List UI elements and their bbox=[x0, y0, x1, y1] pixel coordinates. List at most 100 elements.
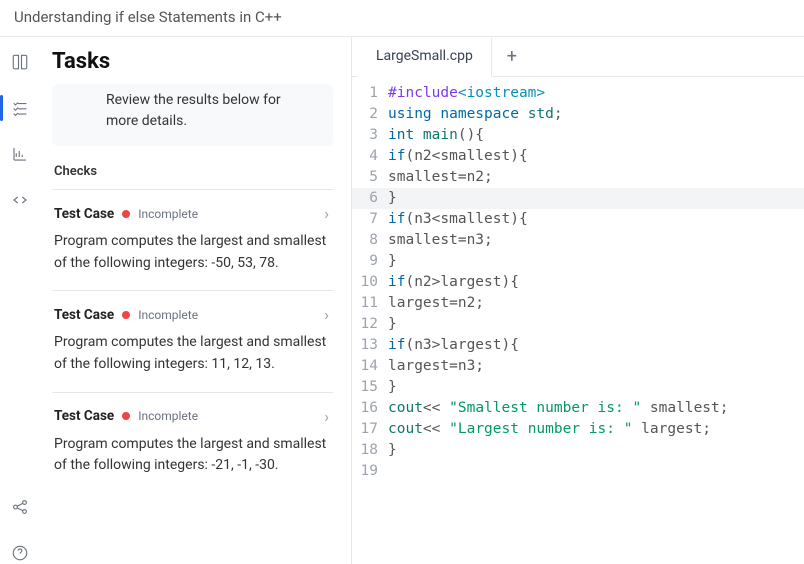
test-case: Test Case Incomplete › Program computes the… bbox=[52, 392, 333, 493]
test-case-title: Test Case bbox=[54, 206, 114, 222]
line-number: 8 bbox=[352, 230, 388, 251]
code-line[interactable]: 15} bbox=[352, 377, 804, 398]
left-rail bbox=[0, 37, 40, 564]
code-line[interactable]: 4if(n2<smallest){ bbox=[352, 146, 804, 167]
code-line[interactable]: 13if(n3>largest){ bbox=[352, 335, 804, 356]
rail-book-icon[interactable] bbox=[9, 51, 31, 73]
test-case-title: Test Case bbox=[54, 307, 114, 323]
rail-code-icon[interactable] bbox=[9, 189, 31, 211]
chart-icon bbox=[11, 145, 29, 163]
code-line[interactable]: 7if(n3<smallest){ bbox=[352, 209, 804, 230]
checklist-icon bbox=[11, 99, 29, 117]
test-case-header[interactable]: Test Case Incomplete › bbox=[54, 204, 329, 223]
code-line[interactable]: 19 bbox=[352, 461, 804, 482]
line-content: smallest=n2; bbox=[388, 167, 804, 188]
line-number: 18 bbox=[352, 440, 388, 461]
code-line[interactable]: 9} bbox=[352, 251, 804, 272]
test-case-description: Program computes the largest and smalles… bbox=[54, 332, 329, 375]
status-dot-icon bbox=[122, 311, 130, 319]
rail-chart-icon[interactable] bbox=[9, 143, 31, 165]
test-case-list: Test Case Incomplete › Program computes the… bbox=[52, 189, 333, 493]
tasks-heading: Tasks bbox=[52, 49, 333, 74]
line-number: 6 bbox=[352, 188, 388, 209]
code-line[interactable]: 12} bbox=[352, 314, 804, 335]
line-content: using namespace std; bbox=[388, 104, 804, 125]
code-line[interactable]: 11largest=n2; bbox=[352, 293, 804, 314]
line-number: 4 bbox=[352, 146, 388, 167]
line-number: 10 bbox=[352, 272, 388, 293]
code-line[interactable]: 8smallest=n3; bbox=[352, 230, 804, 251]
line-content: } bbox=[388, 314, 804, 335]
code-line[interactable]: 5smallest=n2; bbox=[352, 167, 804, 188]
line-content: } bbox=[388, 440, 804, 461]
test-case-header[interactable]: Test Case Incomplete › bbox=[54, 305, 329, 324]
line-number: 17 bbox=[352, 419, 388, 440]
line-content: cout<< "Smallest number is: " smallest; bbox=[388, 398, 804, 419]
tab-file[interactable]: LargeSmall.cpp bbox=[358, 38, 492, 77]
line-number: 19 bbox=[352, 461, 388, 482]
review-message: Review the results below for more detail… bbox=[52, 84, 333, 146]
line-content: if(n2<smallest){ bbox=[388, 146, 804, 167]
checks-label: Checks bbox=[54, 164, 333, 179]
page-title: Understanding if else Statements in C++ bbox=[0, 0, 804, 37]
code-icon bbox=[11, 191, 29, 209]
line-content: cout<< "Largest number is: " largest; bbox=[388, 419, 804, 440]
help-icon bbox=[11, 544, 29, 562]
tab-bar: LargeSmall.cpp + bbox=[352, 37, 804, 77]
line-number: 2 bbox=[352, 104, 388, 125]
line-number: 9 bbox=[352, 251, 388, 272]
test-case-status: Incomplete bbox=[138, 207, 198, 221]
test-case-description: Program computes the largest and smalles… bbox=[54, 434, 329, 477]
chevron-right-icon: › bbox=[324, 407, 329, 426]
code-line[interactable]: 3int main(){ bbox=[352, 125, 804, 146]
line-content: if(n2>largest){ bbox=[388, 272, 804, 293]
code-line[interactable]: 6} bbox=[352, 188, 804, 209]
line-number: 14 bbox=[352, 356, 388, 377]
code-line[interactable]: 16cout<< "Smallest number is: " smallest… bbox=[352, 398, 804, 419]
line-number: 7 bbox=[352, 209, 388, 230]
book-icon bbox=[11, 53, 29, 71]
code-line[interactable]: 2using namespace std; bbox=[352, 104, 804, 125]
test-case-header[interactable]: Test Case Incomplete › bbox=[54, 407, 329, 426]
code-line[interactable]: 14largest=n3; bbox=[352, 356, 804, 377]
test-case-title: Test Case bbox=[54, 408, 114, 424]
line-content: int main(){ bbox=[388, 125, 804, 146]
chevron-right-icon: › bbox=[324, 305, 329, 324]
line-number: 1 bbox=[352, 83, 388, 104]
line-content: #include<iostream> bbox=[388, 83, 804, 104]
code-editor[interactable]: 1#include<iostream>2using namespace std;… bbox=[352, 77, 804, 564]
new-tab-button[interactable]: + bbox=[492, 46, 532, 67]
rail-share-icon[interactable] bbox=[9, 496, 31, 518]
chevron-right-icon: › bbox=[324, 204, 329, 223]
code-line[interactable]: 10if(n2>largest){ bbox=[352, 272, 804, 293]
line-content: largest=n3; bbox=[388, 356, 804, 377]
test-case: Test Case Incomplete › Program computes the… bbox=[52, 290, 333, 391]
line-number: 5 bbox=[352, 167, 388, 188]
tasks-panel: Tasks Review the results below for more … bbox=[40, 37, 352, 564]
rail-checklist-icon[interactable] bbox=[9, 97, 31, 119]
share-icon bbox=[11, 498, 29, 516]
line-content: } bbox=[388, 188, 804, 209]
test-case: Test Case Incomplete › Program computes the… bbox=[52, 189, 333, 290]
test-case-status: Incomplete bbox=[138, 409, 198, 423]
line-number: 16 bbox=[352, 398, 388, 419]
code-line[interactable]: 18} bbox=[352, 440, 804, 461]
line-content: } bbox=[388, 251, 804, 272]
test-case-status: Incomplete bbox=[138, 308, 198, 322]
status-dot-icon bbox=[122, 412, 130, 420]
status-dot-icon bbox=[122, 210, 130, 218]
line-content: largest=n2; bbox=[388, 293, 804, 314]
line-content: smallest=n3; bbox=[388, 230, 804, 251]
line-number: 13 bbox=[352, 335, 388, 356]
editor-pane: LargeSmall.cpp + 1#include<iostream>2usi… bbox=[352, 37, 804, 564]
line-number: 11 bbox=[352, 293, 388, 314]
code-line[interactable]: 1#include<iostream> bbox=[352, 83, 804, 104]
test-case-description: Program computes the largest and smalles… bbox=[54, 231, 329, 274]
line-content: if(n3<smallest){ bbox=[388, 209, 804, 230]
line-content: } bbox=[388, 377, 804, 398]
line-content: if(n3>largest){ bbox=[388, 335, 804, 356]
rail-help-icon[interactable] bbox=[9, 542, 31, 564]
code-line[interactable]: 17cout<< "Largest number is: " largest; bbox=[352, 419, 804, 440]
line-number: 15 bbox=[352, 377, 388, 398]
line-number: 12 bbox=[352, 314, 388, 335]
